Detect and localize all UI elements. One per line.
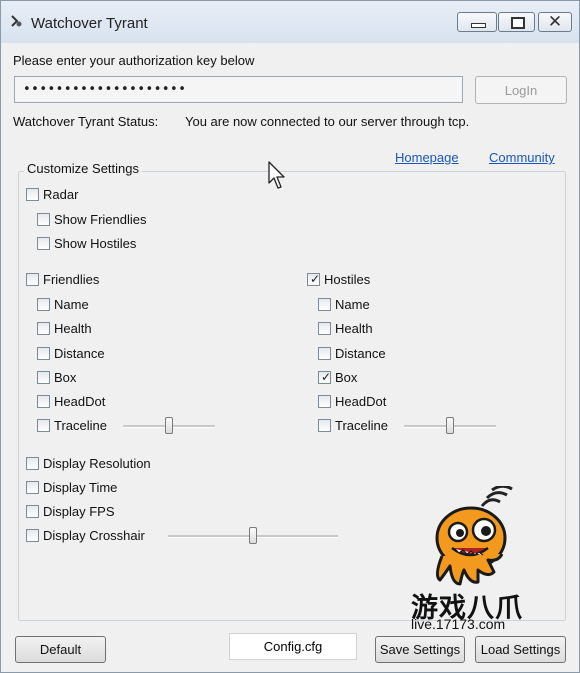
- hostiles-checkbox[interactable]: ✓ Hostiles: [307, 270, 370, 288]
- checkbox-label: Distance: [54, 345, 105, 361]
- checkbox-label: Display Crosshair: [43, 527, 145, 543]
- checkbox-box[interactable]: ✓: [26, 504, 39, 518]
- checkbox-box[interactable]: ✓: [37, 236, 50, 250]
- slider-thumb[interactable]: [446, 417, 454, 434]
- display-crosshair-checkbox[interactable]: ✓ Display Crosshair: [26, 526, 145, 544]
- checkbox-label: Box: [54, 369, 77, 385]
- checkbox-box[interactable]: ✓: [318, 297, 331, 311]
- friendlies-headdot-checkbox[interactable]: ✓ HeadDot: [37, 392, 105, 410]
- login-button[interactable]: LogIn: [475, 76, 567, 104]
- checkbox-box[interactable]: ✓: [37, 346, 50, 360]
- app-window: Watchover Tyrant ✕ Please enter your aut…: [0, 0, 580, 673]
- slider-thumb[interactable]: [165, 417, 173, 434]
- checkbox-label: HeadDot: [54, 393, 106, 409]
- customize-settings-title: Customize Settings: [24, 161, 142, 176]
- hostiles-traceline-slider[interactable]: [404, 417, 496, 435]
- config-filename-field[interactable]: [229, 633, 357, 660]
- friendlies-traceline-slider[interactable]: [123, 417, 215, 435]
- checkbox-label: Health: [54, 320, 92, 336]
- checkbox-label: Show Friendlies: [54, 211, 147, 227]
- checkbox-box[interactable]: ✓: [318, 418, 331, 432]
- checkbox-label: Name: [54, 296, 89, 312]
- checkbox-label: Radar: [43, 186, 79, 202]
- friendlies-checkbox[interactable]: ✓ Friendlies: [26, 270, 99, 288]
- friendlies-name-checkbox[interactable]: ✓ Name: [37, 295, 89, 313]
- checkbox-box[interactable]: ✓: [37, 418, 50, 432]
- checkbox-box[interactable]: ✓: [26, 456, 39, 470]
- display-time-checkbox[interactable]: ✓ Display Time: [26, 478, 117, 496]
- status-label: Watchover Tyrant Status:: [13, 114, 159, 129]
- mouse-cursor-icon: [268, 161, 285, 189]
- auth-prompt: Please enter your authorization key belo…: [13, 53, 255, 68]
- close-icon: ✕: [547, 12, 563, 31]
- checkbox-label: Traceline: [54, 417, 107, 433]
- hostiles-name-checkbox[interactable]: ✓ Name: [318, 295, 370, 313]
- checkbox-box[interactable]: ✓: [37, 321, 50, 335]
- checkbox-box[interactable]: ✓: [26, 480, 39, 494]
- display-fps-checkbox[interactable]: ✓ Display FPS: [26, 502, 115, 520]
- checkbox-box[interactable]: ✓: [307, 272, 320, 286]
- checkbox-box[interactable]: ✓: [37, 370, 50, 384]
- checkbox-label: Display FPS: [43, 503, 115, 519]
- display-resolution-checkbox[interactable]: ✓ Display Resolution: [26, 454, 151, 472]
- checkbox-label: HeadDot: [335, 393, 387, 409]
- hostiles-traceline-checkbox[interactable]: ✓ Traceline: [318, 416, 388, 434]
- checkbox-box[interactable]: ✓: [318, 394, 331, 408]
- show-hostiles-checkbox[interactable]: ✓ Show Hostiles: [37, 234, 136, 252]
- window-title: Watchover Tyrant: [31, 15, 148, 32]
- hostiles-health-checkbox[interactable]: ✓ Health: [318, 319, 373, 337]
- friendlies-traceline-checkbox[interactable]: ✓ Traceline: [37, 416, 107, 434]
- status-value: You are now connected to our server thro…: [185, 114, 470, 129]
- checkbox-box[interactable]: ✓: [318, 321, 331, 335]
- checkbox-box[interactable]: ✓: [37, 394, 50, 408]
- friendlies-box-checkbox[interactable]: ✓ Box: [37, 368, 76, 386]
- hostiles-distance-checkbox[interactable]: ✓ Distance: [318, 344, 386, 362]
- checkbox-label: Box: [335, 369, 358, 385]
- authorization-key-input[interactable]: [14, 76, 463, 103]
- checkbox-box[interactable]: ✓: [26, 528, 39, 542]
- friendlies-health-checkbox[interactable]: ✓ Health: [37, 319, 92, 337]
- checkbox-label: Show Hostiles: [54, 235, 137, 251]
- hostiles-box-checkbox[interactable]: ✓ Box: [318, 368, 357, 386]
- checkbox-label: Display Resolution: [43, 455, 151, 471]
- hostiles-headdot-checkbox[interactable]: ✓ HeadDot: [318, 392, 386, 410]
- checkbox-label: Display Time: [43, 479, 118, 495]
- checkbox-box[interactable]: ✓: [26, 187, 39, 201]
- checkbox-box[interactable]: ✓: [37, 212, 50, 226]
- app-icon: [11, 15, 22, 27]
- checkbox-label: Health: [335, 320, 373, 336]
- crosshair-slider[interactable]: [168, 527, 338, 545]
- community-link[interactable]: Community: [489, 150, 555, 165]
- checkbox-box[interactable]: ✓: [318, 346, 331, 360]
- checkbox-label: Name: [335, 296, 370, 312]
- checkbox-box[interactable]: ✓: [318, 370, 331, 384]
- save-settings-button[interactable]: Save Settings: [375, 636, 465, 663]
- maximize-button[interactable]: [498, 12, 535, 32]
- title-bar[interactable]: Watchover Tyrant ✕: [1, 1, 579, 43]
- checkbox-label: Traceline: [335, 417, 388, 433]
- friendlies-distance-checkbox[interactable]: ✓ Distance: [37, 344, 105, 362]
- checkbox-label: Friendlies: [43, 271, 100, 287]
- checkbox-box[interactable]: ✓: [37, 297, 50, 311]
- checkbox-box[interactable]: ✓: [26, 272, 39, 286]
- default-button[interactable]: Default: [15, 636, 106, 663]
- show-friendlies-checkbox[interactable]: ✓ Show Friendlies: [37, 210, 147, 228]
- radar-checkbox[interactable]: ✓ Radar: [26, 185, 78, 203]
- slider-thumb[interactable]: [249, 527, 257, 544]
- checkbox-label: Distance: [335, 345, 386, 361]
- watermark-url: live.17173.com: [411, 616, 506, 632]
- load-settings-button[interactable]: Load Settings: [475, 636, 566, 663]
- close-button[interactable]: ✕: [538, 12, 572, 32]
- minimize-button[interactable]: [457, 12, 497, 32]
- checkbox-label: Hostiles: [324, 271, 371, 287]
- homepage-link[interactable]: Homepage: [395, 150, 459, 165]
